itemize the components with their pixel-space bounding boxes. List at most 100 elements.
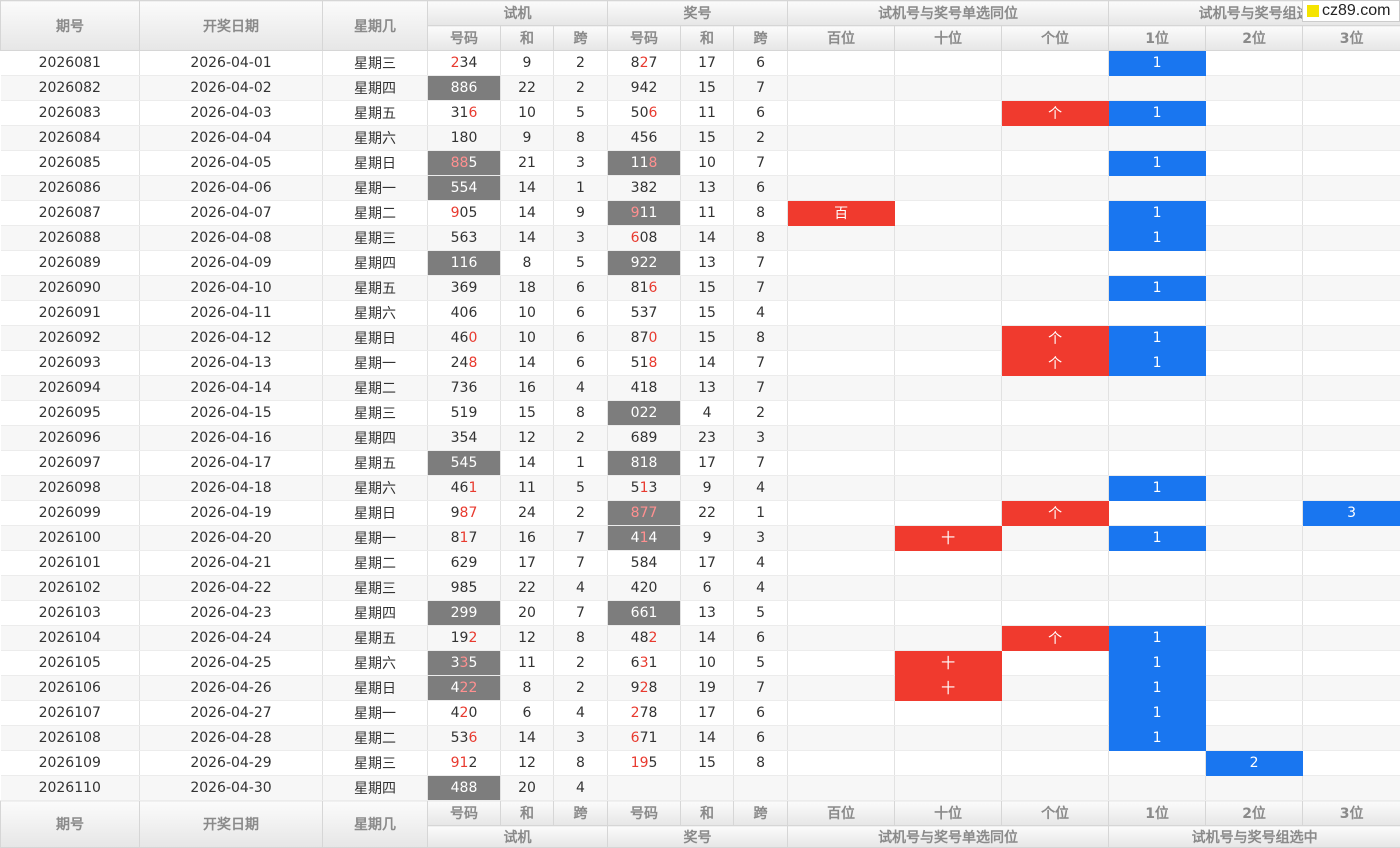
digit: 8 — [451, 155, 460, 171]
trial-span-cell: 9 — [554, 201, 608, 226]
prize-code-cell: 870 — [608, 326, 681, 351]
period-cell: 2026103 — [1, 601, 140, 626]
header-date: 开奖日期 — [140, 1, 323, 51]
digit: 0 — [648, 330, 657, 346]
footer-hundreds: 百位 — [788, 801, 895, 826]
group-pos1-cell: 1 — [1109, 276, 1206, 301]
trial-sum-cell: 9 — [501, 126, 554, 151]
digit: 6 — [468, 105, 477, 121]
digit: 6 — [648, 130, 657, 146]
date-cell: 2026-04-09 — [140, 251, 323, 276]
digit: 5 — [631, 355, 640, 371]
digit: 4 — [468, 180, 477, 196]
table-row: 20260882026-04-08星期三5631436081481 — [1, 226, 1400, 251]
date-cell: 2026-04-13 — [140, 351, 323, 376]
trial-span-cell: 6 — [554, 351, 608, 376]
group-pos3-cell — [1303, 251, 1400, 276]
group-pos2-cell — [1206, 101, 1303, 126]
single-ones-cell — [1002, 251, 1109, 276]
weekday-cell: 星期六 — [323, 126, 428, 151]
group-pos1-cell — [1109, 551, 1206, 576]
table-row: 20260852026-04-05星期日8852131181071 — [1, 151, 1400, 176]
trial-code-cell: 545 — [428, 451, 501, 476]
digit: 2 — [648, 630, 657, 646]
header-hundreds: 百位 — [788, 26, 895, 51]
group-pos1-cell — [1109, 251, 1206, 276]
digit: 9 — [468, 405, 477, 421]
date-cell: 2026-04-18 — [140, 476, 323, 501]
trial-code-cell: 519 — [428, 401, 501, 426]
period-cell: 2026104 — [1, 626, 140, 651]
trial-sum-cell: 6 — [501, 701, 554, 726]
prize-span-cell: 3 — [734, 526, 788, 551]
digit: 3 — [451, 105, 460, 121]
group-pos1-cell — [1109, 601, 1206, 626]
weekday-cell: 星期六 — [323, 651, 428, 676]
weekday-cell: 星期二 — [323, 726, 428, 751]
single-hundreds-cell — [788, 451, 895, 476]
prize-span-cell: 2 — [734, 126, 788, 151]
digit: 4 — [631, 630, 640, 646]
digit: 2 — [468, 630, 477, 646]
period-cell: 2026085 — [1, 151, 140, 176]
digit: 3 — [451, 430, 460, 446]
digit: 3 — [468, 230, 477, 246]
group-pos1-cell: 1 — [1109, 726, 1206, 751]
digit: 5 — [468, 455, 477, 471]
single-ones-cell — [1002, 376, 1109, 401]
group-pos2-cell — [1206, 401, 1303, 426]
single-tens-cell — [895, 201, 1002, 226]
digit: 5 — [631, 105, 640, 121]
group-pos2-cell — [1206, 576, 1303, 601]
single-tens-cell — [895, 76, 1002, 101]
group-pos2-cell — [1206, 501, 1303, 526]
date-cell: 2026-04-29 — [140, 751, 323, 776]
digit: 5 — [451, 230, 460, 246]
digit: 7 — [451, 380, 460, 396]
header-trial-code: 号码 — [428, 26, 501, 51]
digit: 8 — [468, 780, 477, 796]
footer-trial-sum: 和 — [501, 801, 554, 826]
period-cell: 2026099 — [1, 501, 140, 526]
prize-sum-cell: 14 — [681, 351, 734, 376]
prize-span-cell: 3 — [734, 426, 788, 451]
footer-single-same: 试机号与奖号单选同位 — [788, 826, 1109, 848]
digit: 5 — [631, 480, 640, 496]
footer-prize-sum: 和 — [681, 801, 734, 826]
digit: 4 — [451, 480, 460, 496]
trial-span-cell: 4 — [554, 376, 608, 401]
trial-sum-cell: 14 — [501, 726, 554, 751]
single-tens-cell — [895, 576, 1002, 601]
date-cell: 2026-04-16 — [140, 426, 323, 451]
trial-span-cell: 5 — [554, 476, 608, 501]
prize-code-cell: 911 — [608, 201, 681, 226]
prize-span-cell: 8 — [734, 201, 788, 226]
group-pos2-cell — [1206, 151, 1303, 176]
single-tens-cell — [895, 176, 1002, 201]
single-tens-cell — [895, 226, 1002, 251]
digit: 3 — [631, 180, 640, 196]
single-hundreds-cell — [788, 276, 895, 301]
group-pos1-cell — [1109, 401, 1206, 426]
prize-sum-cell: 13 — [681, 251, 734, 276]
prize-span-cell: 6 — [734, 101, 788, 126]
site-watermark[interactable]: cz89.com — [1302, 0, 1400, 22]
date-cell: 2026-04-30 — [140, 776, 323, 801]
digit: 1 — [648, 655, 657, 671]
digit: 9 — [631, 205, 640, 221]
prize-span-cell — [734, 776, 788, 801]
single-ones-cell: 个 — [1002, 101, 1109, 126]
period-cell: 2026093 — [1, 351, 140, 376]
period-cell: 2026086 — [1, 176, 140, 201]
digit: 5 — [468, 205, 477, 221]
trial-code-cell: 563 — [428, 226, 501, 251]
period-cell: 2026110 — [1, 776, 140, 801]
table-row: 20261032026-04-23星期四299207661135 — [1, 601, 1400, 626]
prize-code-cell: 414 — [608, 526, 681, 551]
group-pos3-cell — [1303, 301, 1400, 326]
prize-code-cell: 818 — [608, 451, 681, 476]
header-pos1: 1位 — [1109, 26, 1206, 51]
digit: 5 — [631, 305, 640, 321]
prize-span-cell: 6 — [734, 701, 788, 726]
prize-sum-cell: 23 — [681, 426, 734, 451]
